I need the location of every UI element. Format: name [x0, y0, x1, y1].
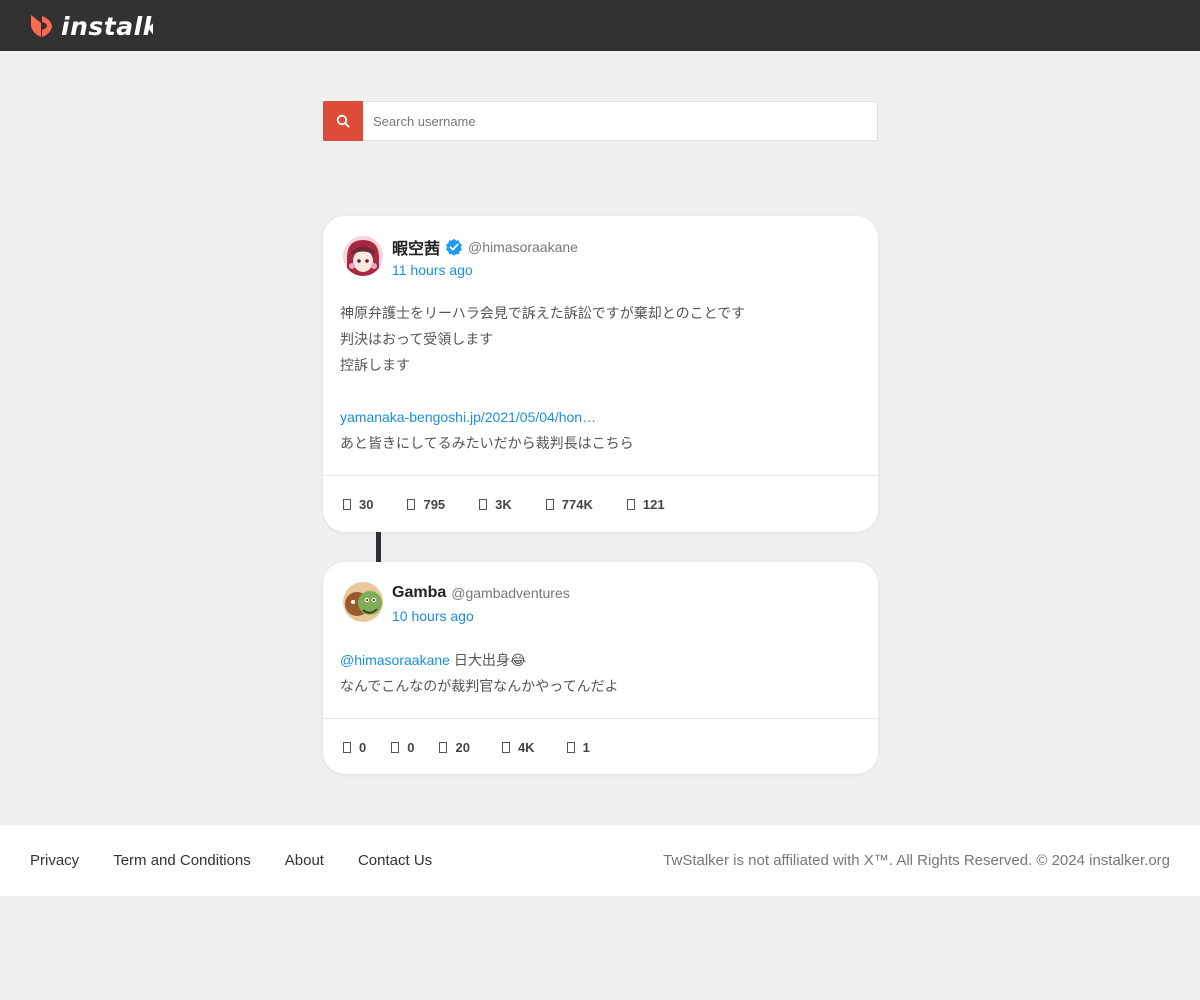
footer-link-privacy[interactable]: Privacy	[30, 852, 79, 869]
bookmark-stat[interactable]: 121	[626, 497, 665, 512]
footer: Privacy Term and Conditions About Contac…	[0, 825, 1200, 896]
tweet-link[interactable]: yamanaka-bengoshi.jp/2021/05/04/hon…	[340, 404, 745, 430]
tweet-text-line: @himasoraakane 日大出身😂	[340, 647, 619, 673]
top-bar: instalk	[0, 0, 1200, 51]
tweet-text: 神原弁護士をリーハラ会見で訴えた訴訟ですが棄却とのことです 判決はおって受領しま…	[340, 300, 745, 456]
retweet-stat[interactable]: 0	[391, 740, 414, 755]
views-icon	[501, 742, 510, 753]
tweet-text-line: 判決はおって受領します	[340, 331, 494, 347]
tweet-card: Gamba @gambadventures 10 hours ago @hima…	[323, 562, 878, 774]
divider	[323, 475, 878, 476]
search-bar	[323, 101, 878, 141]
retweet-icon	[407, 499, 416, 510]
avatar[interactable]	[343, 582, 383, 622]
retweet-stat[interactable]: 795	[407, 497, 445, 512]
heart-icon	[479, 499, 488, 510]
reply-stat[interactable]: 0	[343, 740, 366, 755]
like-count: 20	[455, 740, 470, 755]
divider	[323, 718, 878, 719]
views-count: 774K	[561, 497, 593, 512]
tweet-text-line: 神原弁護士をリーハラ会見で訴えた訴訟ですが棄却とのことです	[340, 305, 746, 321]
retweet-count: 0	[407, 740, 415, 755]
views-stat[interactable]: 774K	[545, 497, 593, 512]
mention-link[interactable]: @himasoraakane	[340, 652, 450, 668]
bookmark-stat[interactable]: 1	[566, 740, 590, 755]
footer-link-contact[interactable]: Contact Us	[358, 852, 432, 869]
tweet-text-fragment: 日大出身😂	[449, 652, 527, 668]
logo-icon	[31, 15, 52, 37]
views-icon	[545, 499, 554, 510]
thread-connector	[376, 532, 381, 562]
tweet-header: Gamba @gambadventures 10 hours ago	[343, 582, 570, 624]
reply-icon	[343, 499, 351, 510]
bookmark-count: 121	[642, 497, 665, 512]
search-input[interactable]	[363, 102, 877, 140]
user-display-name[interactable]: 暇空茜	[392, 235, 440, 259]
user-handle[interactable]: @gambadventures	[451, 585, 570, 601]
avatar[interactable]	[343, 236, 383, 276]
bookmark-icon	[566, 742, 575, 753]
retweet-icon	[391, 742, 400, 753]
reply-stat[interactable]: 30	[343, 497, 373, 512]
quote-stat[interactable]: 3K	[479, 497, 512, 512]
search-icon	[336, 114, 350, 128]
quote-stat[interactable]: 20	[439, 740, 470, 755]
footer-nav: Privacy Term and Conditions About Contac…	[30, 825, 466, 896]
tweet-card: 暇空茜 @himasoraakane 11 hours ago 神原弁護士をリー…	[323, 216, 878, 532]
user-display-name[interactable]: Gamba	[392, 584, 446, 602]
footer-link-about[interactable]: About	[285, 852, 324, 869]
logo-text: instalk	[61, 11, 153, 41]
retweet-count: 795	[423, 497, 446, 512]
tweet-timestamp[interactable]: 11 hours ago	[392, 262, 578, 278]
tweet-timestamp[interactable]: 10 hours ago	[392, 608, 570, 624]
reply-icon	[343, 742, 351, 753]
footer-link-terms[interactable]: Term and Conditions	[113, 852, 251, 869]
bookmark-icon	[626, 499, 635, 510]
views-stat[interactable]: 4K	[501, 740, 535, 755]
heart-icon	[439, 742, 448, 753]
copyright-notice: TwStalker is not affiliated with X™. All…	[663, 852, 1170, 869]
verified-badge-icon	[446, 238, 463, 256]
search-button[interactable]	[323, 101, 363, 141]
reply-count: 30	[359, 497, 374, 512]
reply-count: 0	[359, 740, 367, 755]
bookmark-count: 1	[582, 740, 590, 755]
tweet-stats: 30 795 3K 774K 121	[343, 497, 699, 512]
tweet-text-line: 控訴します	[340, 357, 410, 373]
tweet-text-line: あと皆きにしてるみたいだから裁判長はこちら	[340, 435, 634, 451]
like-count: 3K	[495, 497, 512, 512]
tweet-text-line: なんでこんなのが裁判官なんかやってんだよ	[340, 678, 619, 694]
views-count: 4K	[517, 740, 535, 755]
tweet-header: 暇空茜 @himasoraakane 11 hours ago	[343, 236, 578, 278]
tweet-stats: 0 0 20 4K 1	[343, 740, 624, 755]
user-handle[interactable]: @himasoraakane	[468, 239, 578, 255]
tweet-text: @himasoraakane 日大出身😂 なんでこんなのが裁判官なんかやってんだ…	[340, 647, 619, 699]
site-logo[interactable]: instalk	[28, 11, 153, 41]
